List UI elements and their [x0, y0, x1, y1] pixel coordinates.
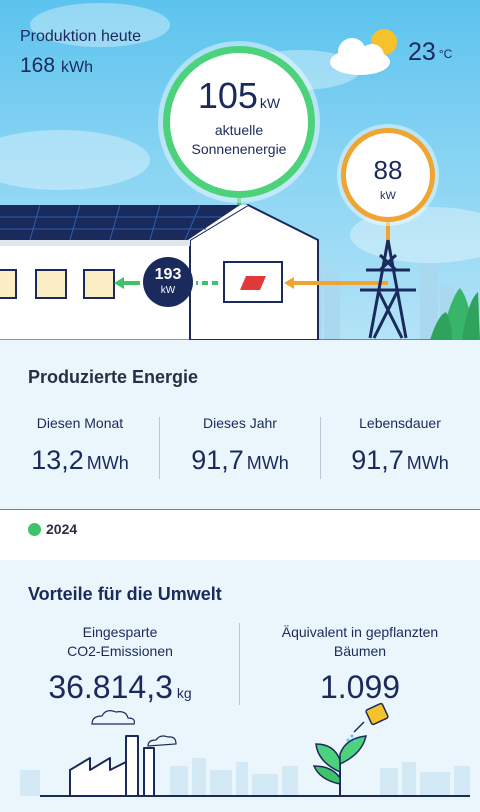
stat-lifetime-label: Lebensdauer [359, 415, 441, 431]
solar-power-label: aktuelle Sonnenenergie [170, 121, 308, 159]
year-legend-dot [28, 523, 41, 536]
plant-watering-icon [312, 702, 389, 796]
produced-energy-title: Produzierte Energie [28, 367, 199, 387]
co2-unit: kg [176, 685, 192, 701]
production-value: 168 [20, 54, 56, 77]
trees-label-line2: Bäumen [333, 643, 387, 659]
trees-equivalent-stat: Äquivalent in gepflanzten Bäumen 1.099 [250, 623, 470, 706]
temperature-unit: °C [438, 47, 453, 61]
co2-savings-stat: Eingesparte CO2-Emissionen 36.814,3 kg [10, 623, 230, 706]
temperature-value: 23 [408, 38, 436, 66]
solar-value: 105 [197, 75, 258, 116]
solar-label-line2: Sonnenenergie [191, 141, 287, 157]
stat-year-label: Dieses Jahr [203, 415, 277, 431]
environment-title: Vorteile für die Umwelt [28, 584, 222, 604]
production-today-value: 168 kWh [20, 54, 93, 78]
trees-label: Äquivalent in gepflanzten Bäumen [250, 623, 470, 661]
environment-illustration [20, 702, 470, 797]
stat-lifetime-value: 91,7 MWh [320, 445, 480, 476]
divider [239, 623, 240, 705]
grid-power-value: 88 [373, 155, 403, 185]
stat-month-unit: MWh [86, 453, 129, 473]
co2-label-line2: CO2-Emissionen [67, 643, 173, 659]
stat-month-number: 13,2 [31, 445, 84, 475]
stat-month-value: 13,2 MWh [0, 445, 160, 476]
stat-year-value: 91,7 MWh [160, 445, 320, 476]
energy-flow-hero: Produktion heute 168 kWh 23 °C 105 kW aktue… [0, 0, 480, 340]
stat-month-label: Diesen Monat [36, 415, 124, 431]
stat-lifetime-unit: MWh [406, 453, 449, 473]
year-legend-label: 2024 [46, 521, 78, 537]
stat-this-year: Dieses Jahr 91,7 MWh [160, 415, 320, 476]
stat-lifetime: Lebensdauer 91,7 MWh [320, 415, 480, 476]
house-consumption-value: 193 [154, 266, 182, 283]
co2-label-line1: Eingesparte [82, 624, 158, 640]
partly-cloudy-icon [330, 29, 397, 75]
stat-this-month: Diesen Monat 13,2 MWh [0, 415, 160, 476]
year-legend[interactable]: 2024 [0, 510, 480, 560]
house-consumption-circle[interactable]: 193 kW [143, 257, 193, 307]
co2-label: Eingesparte CO2-Emissionen [10, 623, 230, 661]
production-today-label: Produktion heute [20, 28, 141, 45]
inverter-icon [223, 261, 283, 303]
produced-energy-section: Produzierte Energie Diesen Monat 13,2 MWh… [0, 340, 480, 510]
solar-label-line1: aktuelle [214, 122, 264, 138]
stat-year-number: 91,7 [191, 445, 244, 475]
house-consumption-unit: kW [160, 285, 176, 296]
solar-unit: kW [259, 95, 281, 111]
grid-power-unit: kW [380, 190, 396, 202]
solar-power-circle[interactable]: 105 kW aktuelle Sonnenenergie [163, 46, 315, 198]
stat-lifetime-number: 91,7 [351, 445, 404, 475]
environment-benefits-section: Vorteile für die Umwelt Eingesparte CO2-… [0, 560, 480, 812]
solar-power-value: 105 kW [170, 75, 308, 117]
temperature-readout: 23 °C [408, 38, 452, 67]
factory-icon [69, 735, 155, 797]
production-unit: kWh [61, 59, 94, 76]
grid-power-circle[interactable]: 88 kW [341, 128, 435, 222]
stat-year-unit: MWh [246, 453, 289, 473]
trees-label-line1: Äquivalent in gepflanzten [281, 624, 439, 640]
